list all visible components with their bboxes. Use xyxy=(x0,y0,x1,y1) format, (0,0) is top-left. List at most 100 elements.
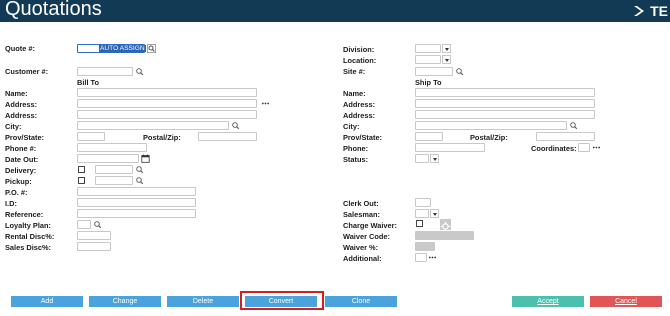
bill-prov-input[interactable] xyxy=(77,132,105,141)
date-out-input[interactable] xyxy=(77,154,139,163)
additional-label: Additional: xyxy=(343,254,382,263)
brand-logo: TE xyxy=(633,1,668,21)
charge-waiver-checkbox[interactable] xyxy=(416,220,423,227)
search-icon[interactable] xyxy=(135,176,144,185)
sales-disc-input[interactable] xyxy=(77,242,111,251)
ship-prov-input[interactable] xyxy=(415,132,443,141)
bill-phone-input[interactable] xyxy=(77,143,147,152)
quote-number-label: Quote #: xyxy=(5,44,35,53)
location-select[interactable] xyxy=(415,55,441,64)
bill-postal-input[interactable] xyxy=(198,132,257,141)
pickup-input[interactable] xyxy=(95,176,133,185)
cancel-button-label: Cancel xyxy=(615,298,637,305)
waiver-pct-input xyxy=(415,242,435,251)
chevron-down-icon[interactable] xyxy=(442,55,451,64)
search-icon[interactable] xyxy=(93,220,102,229)
bill-address2-label: Address: xyxy=(5,111,38,120)
date-out-label: Date Out: xyxy=(5,155,39,164)
ship-address1-input[interactable] xyxy=(415,99,595,108)
ship-postal-input[interactable] xyxy=(536,132,595,141)
po-number-label: P.O. #: xyxy=(5,188,28,197)
division-label: Division: xyxy=(343,45,375,54)
quote-number-input[interactable]: AUTO ASSIGN xyxy=(77,44,146,53)
ship-phone-input[interactable] xyxy=(415,143,485,152)
id-label: I.D: xyxy=(5,199,17,208)
bill-name-label: Name: xyxy=(5,89,28,98)
bill-address2-input[interactable] xyxy=(77,110,257,119)
clone-button[interactable]: Clone xyxy=(325,296,397,307)
id-input[interactable] xyxy=(77,198,196,207)
po-number-input[interactable] xyxy=(77,187,196,196)
ship-address1-label: Address: xyxy=(343,100,376,109)
ship-postal-label: Postal/Zip: xyxy=(470,133,508,142)
cancel-button[interactable]: Cancel xyxy=(590,296,662,307)
waiver-code-label: Waiver Code: xyxy=(343,232,390,241)
loyalty-plan-label: Loyalty Plan: xyxy=(5,221,51,230)
logo-chevron-icon xyxy=(634,6,645,16)
chevron-down-icon[interactable] xyxy=(430,154,439,163)
customer-number-label: Customer #: xyxy=(5,67,49,76)
status-label: Status: xyxy=(343,155,369,164)
search-icon[interactable] xyxy=(455,67,464,76)
bill-name-input[interactable] xyxy=(77,88,257,97)
rental-disc-input[interactable] xyxy=(77,231,111,240)
delete-button[interactable]: Delete xyxy=(167,296,239,307)
search-icon[interactable] xyxy=(569,121,578,130)
ellipsis-icon[interactable] xyxy=(592,143,601,152)
accept-button-label: Accept xyxy=(537,298,559,305)
page-title: Quotations xyxy=(5,0,102,20)
delivery-input[interactable] xyxy=(95,165,133,174)
loyalty-plan-input[interactable] xyxy=(77,220,91,229)
additional-input[interactable] xyxy=(415,253,427,262)
gear-icon[interactable] xyxy=(440,219,451,232)
ship-to-heading: Ship To xyxy=(415,78,442,87)
change-button[interactable]: Change xyxy=(89,296,161,307)
bill-prov-label: Prov/State: xyxy=(5,133,45,142)
search-icon[interactable] xyxy=(135,67,144,76)
add-button[interactable]: Add xyxy=(11,296,83,307)
customer-number-input[interactable] xyxy=(77,67,133,76)
coordinates-label: Coordinates: xyxy=(531,144,577,153)
logo-text: TE xyxy=(650,3,668,19)
pickup-checkbox[interactable] xyxy=(78,177,85,184)
status-select[interactable] xyxy=(415,154,429,163)
ship-name-label: Name: xyxy=(343,89,366,98)
coordinates-input[interactable] xyxy=(578,143,590,152)
search-icon[interactable] xyxy=(147,44,156,53)
ship-address2-label: Address: xyxy=(343,111,376,120)
salesman-select[interactable] xyxy=(415,209,429,218)
salesman-label: Salesman: xyxy=(343,210,380,219)
delivery-checkbox[interactable] xyxy=(78,166,85,173)
ship-name-input[interactable] xyxy=(415,88,595,97)
location-label: Location: xyxy=(343,56,377,65)
waiver-pct-label: Waiver %: xyxy=(343,243,379,252)
bill-phone-label: Phone #: xyxy=(5,144,37,153)
bill-city-input[interactable] xyxy=(77,121,229,130)
ellipsis-icon[interactable] xyxy=(428,253,437,262)
clerk-out-input[interactable] xyxy=(415,198,431,207)
ship-city-input[interactable] xyxy=(415,121,567,130)
reference-input[interactable] xyxy=(77,209,196,218)
search-icon[interactable] xyxy=(231,121,240,130)
calendar-icon[interactable] xyxy=(141,154,150,163)
clerk-out-label: Clerk Out: xyxy=(343,199,379,208)
chevron-down-icon[interactable] xyxy=(442,44,451,53)
ellipsis-icon[interactable] xyxy=(261,99,270,108)
rental-disc-label: Rental Disc%: xyxy=(5,232,55,241)
convert-highlight-box xyxy=(240,291,324,310)
accept-button[interactable]: Accept xyxy=(512,296,584,307)
site-number-input[interactable] xyxy=(415,67,453,76)
ship-address2-input[interactable] xyxy=(415,110,595,119)
reference-label: Reference: xyxy=(5,210,44,219)
bill-to-heading: Bill To xyxy=(77,78,100,87)
chevron-down-icon[interactable] xyxy=(430,209,439,218)
bill-address1-input[interactable] xyxy=(77,99,257,108)
sales-disc-label: Sales Disc%: xyxy=(5,243,52,252)
search-icon[interactable] xyxy=(135,165,144,174)
division-select[interactable] xyxy=(415,44,441,53)
bill-address1-label: Address: xyxy=(5,100,38,109)
bill-city-label: City: xyxy=(5,122,22,131)
bill-postal-label: Postal/Zip: xyxy=(143,133,181,142)
pickup-label: Pickup: xyxy=(5,177,32,186)
ship-phone-label: Phone: xyxy=(343,144,369,153)
